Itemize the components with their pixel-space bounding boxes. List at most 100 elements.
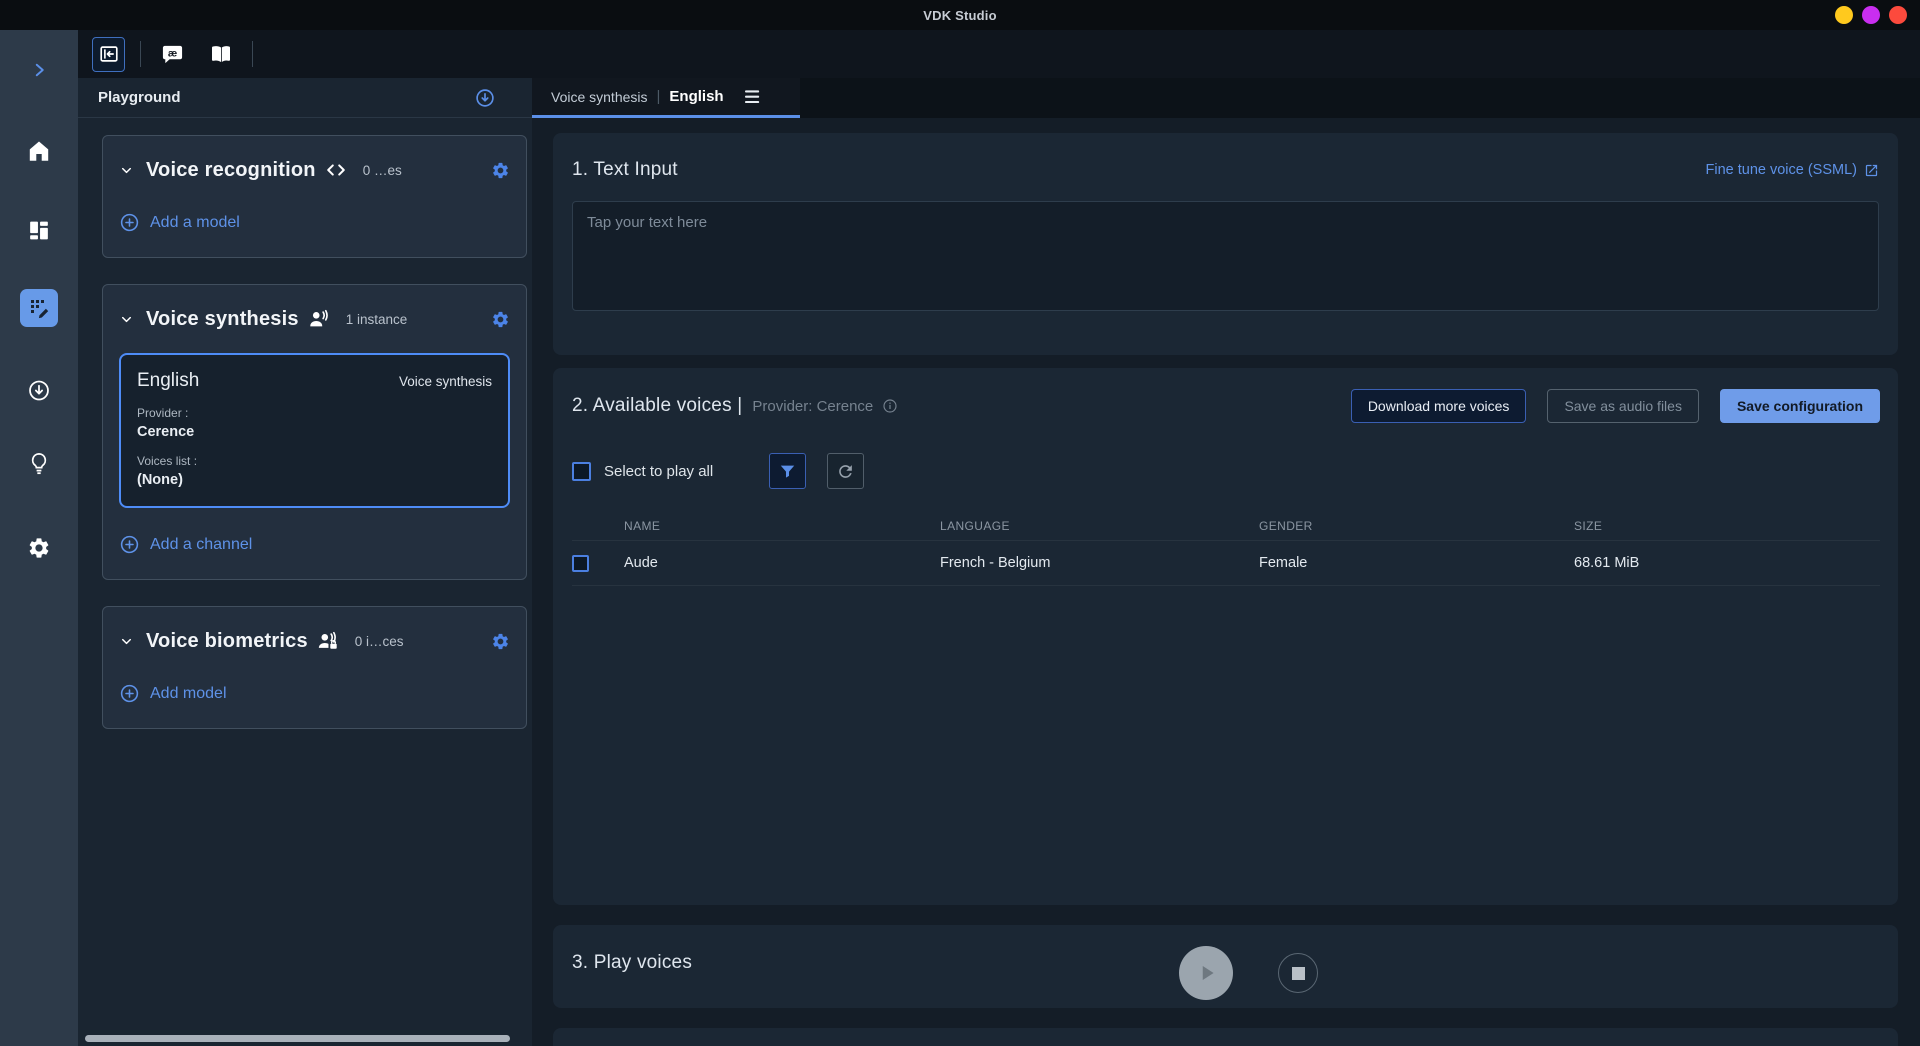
chevron-down-icon[interactable] xyxy=(119,163,134,178)
voice-synthesis-header: Voice synthesis 1 instance xyxy=(119,303,510,335)
tab-menu-icon[interactable] xyxy=(745,90,762,104)
voice-row-aude[interactable]: Aude French - Belgium Female 68.61 MiB xyxy=(572,541,1880,586)
select-all-row: Select to play all xyxy=(572,453,1880,489)
play-voices-panel: 3. Play voices xyxy=(553,925,1898,1008)
download-more-voices-button[interactable]: Download more voices xyxy=(1351,389,1527,423)
refresh-button[interactable] xyxy=(827,453,864,489)
window-controls xyxy=(1835,6,1907,24)
collapse-panel-icon[interactable] xyxy=(92,37,125,72)
available-voices-header: 2. Available voices | Provider: Cerence … xyxy=(572,389,1880,423)
expand-sidebar-chevron-icon[interactable] xyxy=(29,60,49,80)
playground-panel: Playground Voice recognition 0 …es xyxy=(78,78,532,1046)
tab-voice-synthesis-english[interactable]: Voice synthesis | English xyxy=(532,78,800,118)
main-area: Voice synthesis | English 1. Text Input … xyxy=(532,78,1920,1046)
text-input-textarea[interactable] xyxy=(572,201,1879,311)
available-voices-title: 2. Available voices | xyxy=(572,395,742,417)
window-button-magenta[interactable] xyxy=(1862,6,1880,24)
dashboard-icon[interactable] xyxy=(27,218,52,243)
nav-sidebar xyxy=(0,30,78,1046)
plus-circle-icon xyxy=(119,212,140,233)
playground-header: Playground xyxy=(78,78,532,118)
voice-recognition-title: Voice recognition xyxy=(146,159,316,182)
playground-sections: Voice recognition 0 …es Add a model xyxy=(78,118,532,729)
plus-circle-icon xyxy=(119,534,140,555)
text-input-panel: 1. Text Input Fine tune voice (SSML) xyxy=(553,133,1898,355)
column-header-language: LANGUAGE xyxy=(940,519,1259,533)
save-as-audio-files-button[interactable]: Save as audio files xyxy=(1547,389,1699,423)
voice-biometrics-gear-icon[interactable] xyxy=(491,632,510,651)
settings-gear-icon[interactable] xyxy=(27,536,51,560)
info-icon[interactable] xyxy=(882,398,898,414)
add-channel-link[interactable]: Add a channel xyxy=(119,534,252,555)
next-panel-peek xyxy=(553,1028,1898,1046)
window-titlebar: VDK Studio xyxy=(0,0,1920,30)
external-link-icon xyxy=(1864,163,1879,178)
voice-biometrics-count: 0 i…ces xyxy=(355,634,404,649)
cell-name: Aude xyxy=(624,555,940,571)
lightbulb-icon[interactable] xyxy=(27,451,52,476)
toolbar-divider xyxy=(140,41,141,67)
voice-recognition-gear-icon[interactable] xyxy=(491,161,510,180)
column-header-gender: GENDER xyxy=(1259,519,1574,533)
channel-name: English xyxy=(137,370,199,392)
downloads-icon[interactable] xyxy=(27,378,52,403)
stop-button[interactable] xyxy=(1278,953,1318,993)
fine-tune-ssml-link[interactable]: Fine tune voice (SSML) xyxy=(1705,162,1879,178)
lexicon-speech-icon[interactable]: æ xyxy=(156,37,189,72)
home-icon[interactable] xyxy=(26,138,52,164)
channel-title-row: English Voice synthesis xyxy=(137,370,492,392)
voices-list-label: Voices list : xyxy=(137,454,492,468)
stop-icon xyxy=(1292,967,1305,980)
play-voices-title: 3. Play voices xyxy=(572,952,692,974)
channel-card-english[interactable]: English Voice synthesis Provider : Ceren… xyxy=(119,353,510,508)
fine-tune-ssml-label: Fine tune voice (SSML) xyxy=(1705,162,1857,178)
window-title: VDK Studio xyxy=(923,8,997,23)
text-input-title: 1. Text Input xyxy=(572,159,678,181)
voices-table-header: NAME LANGUAGE GENDER SIZE xyxy=(572,511,1880,541)
add-biometrics-model-link[interactable]: Add model xyxy=(119,683,227,704)
add-biometrics-model-label: Add model xyxy=(150,685,227,703)
person-voice-lock-icon xyxy=(317,630,339,652)
tab-separator: | xyxy=(657,88,661,105)
voices-actions: Download more voices Save as audio files… xyxy=(1351,389,1880,423)
chevron-down-icon[interactable] xyxy=(119,312,134,327)
add-model-label: Add a model xyxy=(150,214,240,232)
row-checkbox[interactable] xyxy=(572,555,589,572)
add-channel-label: Add a channel xyxy=(150,536,252,554)
voice-synthesis-count: 1 instance xyxy=(346,312,408,327)
code-brackets-icon xyxy=(325,159,347,181)
provider-note: Provider: Cerence xyxy=(752,398,873,415)
voice-synthesis-gear-icon[interactable] xyxy=(491,310,510,329)
main-content: 1. Text Input Fine tune voice (SSML) 2. … xyxy=(532,118,1920,1046)
select-all-checkbox[interactable] xyxy=(572,462,591,481)
window-button-red[interactable] xyxy=(1889,6,1907,24)
available-voices-panel: 2. Available voices | Provider: Cerence … xyxy=(553,368,1898,905)
playground-nav-icon-selected[interactable] xyxy=(20,289,58,327)
tab-bar: Voice synthesis | English xyxy=(532,78,1920,118)
voices-table: NAME LANGUAGE GENDER SIZE Aude French - … xyxy=(572,511,1880,586)
window-button-yellow[interactable] xyxy=(1835,6,1853,24)
download-configuration-icon[interactable] xyxy=(474,87,496,109)
chevron-down-icon[interactable] xyxy=(119,634,134,649)
provider-label: Provider : xyxy=(137,406,492,420)
horizontal-scrollbar[interactable] xyxy=(85,1035,510,1042)
cell-language: French - Belgium xyxy=(940,555,1259,571)
person-speaking-icon xyxy=(308,308,330,330)
play-button[interactable] xyxy=(1179,946,1233,1000)
plus-circle-icon xyxy=(119,683,140,704)
tab-name: English xyxy=(669,88,723,105)
save-configuration-button[interactable]: Save configuration xyxy=(1720,389,1880,423)
column-header-name: NAME xyxy=(624,519,940,533)
toolbar-divider xyxy=(252,41,253,67)
select-all-label: Select to play all xyxy=(604,463,713,480)
top-toolbar: æ xyxy=(78,30,1920,78)
add-model-link[interactable]: Add a model xyxy=(119,212,240,233)
voice-biometrics-section: Voice biometrics 0 i…ces xyxy=(102,606,527,729)
voice-recognition-count: 0 …es xyxy=(363,163,402,178)
channel-type: Voice synthesis xyxy=(399,374,492,389)
documentation-book-icon[interactable] xyxy=(204,37,237,72)
voice-biometrics-header: Voice biometrics 0 i…ces xyxy=(119,625,510,657)
playground-title: Playground xyxy=(98,89,181,106)
voice-recognition-header: Voice recognition 0 …es xyxy=(119,154,510,186)
filter-button[interactable] xyxy=(769,453,806,489)
